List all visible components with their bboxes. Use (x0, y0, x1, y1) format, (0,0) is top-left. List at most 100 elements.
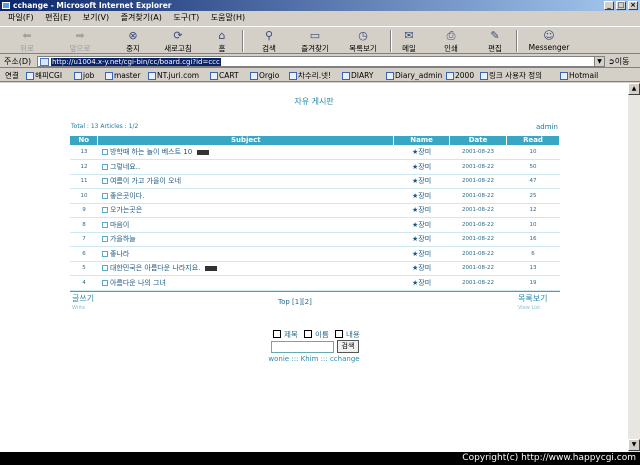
home-icon: ⌂ (218, 29, 226, 42)
row-name[interactable]: ★장미 (393, 232, 450, 247)
vertical-scrollbar[interactable]: ▲ ▼ (628, 83, 640, 452)
menu-file[interactable]: 파일(F) (8, 13, 34, 22)
row-subject-text[interactable]: 방학때 하는 놀이 베스트 10 (110, 148, 192, 156)
search-content-checkbox[interactable] (335, 330, 343, 338)
row-name[interactable]: ★장미 (393, 188, 450, 204)
row-name[interactable]: ★장미 (393, 217, 450, 233)
row-date: 2001-08-22 (449, 232, 507, 247)
row-read: 6 (506, 246, 560, 262)
messenger-button[interactable]: ☺ Messenger (524, 29, 574, 53)
title-bar: cchange - Microsoft Internet Explorer _ … (0, 0, 640, 11)
link-item[interactable]: 2000 (446, 69, 474, 81)
edit-button[interactable]: ✎ 편집 (482, 29, 508, 53)
row-subject[interactable]: 마음이 (97, 217, 394, 233)
row-subject-text[interactable]: 아름다운 나의 그녀 (110, 279, 166, 287)
maximize-button[interactable]: □ (616, 1, 626, 10)
link-item[interactable]: Diary_admin (386, 69, 442, 81)
stop-button[interactable]: ⊗ 중지 (118, 29, 148, 53)
new-badge-icon (205, 265, 218, 271)
row-subject-text[interactable]: 좋나라 (110, 250, 129, 258)
link-item[interactable]: master (105, 69, 140, 81)
admin-link[interactable]: admin (536, 123, 558, 131)
address-dropdown-icon[interactable]: ▼ (594, 57, 604, 66)
link-item[interactable]: NT.juri.com (148, 69, 199, 81)
pagination[interactable]: Top [1][2] (278, 298, 312, 306)
row-name[interactable]: ★장미 (393, 174, 450, 189)
search-icon: ⚲ (264, 29, 274, 42)
row-subject-text[interactable]: 마음이 (110, 221, 129, 229)
favorites-folder-icon: ▭ (309, 29, 321, 42)
search-name-checkbox[interactable] (304, 330, 312, 338)
row-subject[interactable]: 아름다운 나의 그녀 (97, 275, 394, 291)
table-row: 4 아름다운 나의 그녀 ★장미 2001-08-22 19 (70, 275, 560, 291)
scroll-up-icon[interactable]: ▲ (628, 83, 640, 95)
view-list-button[interactable]: 목록보기 (518, 293, 547, 304)
table-row: 7 가을하늘 ★장미 2001-08-22 16 (70, 232, 560, 247)
search-submit-button[interactable]: 검색 (337, 340, 359, 353)
row-subject[interactable]: 여름이 가고 가을이 오네 (97, 174, 394, 189)
back-button[interactable]: ⬅ 뒤로 (12, 29, 42, 53)
scroll-down-icon[interactable]: ▼ (628, 439, 640, 451)
row-date: 2001-08-22 (449, 159, 507, 175)
print-button[interactable]: ⎙ 인쇄 (438, 29, 464, 53)
address-url[interactable]: http://u1004.x-y.net/cgi-bin/cc/board.cg… (51, 58, 221, 66)
row-name[interactable]: ★장미 (393, 203, 450, 218)
row-subject[interactable]: 가을하늘 (97, 232, 394, 247)
post-bullet-icon (101, 149, 108, 155)
favorites-button[interactable]: ▭ 즐겨찾기 (294, 29, 336, 53)
row-subject[interactable]: 좋나라 (97, 246, 394, 262)
go-button[interactable]: ➲이동 (608, 56, 629, 67)
links-bar: 연결 해피CGI job master NT.juri.com CART Org… (0, 69, 640, 82)
link-item[interactable]: job (74, 69, 94, 81)
row-subject-text[interactable]: 오가는곳은 (110, 206, 142, 214)
link-item[interactable]: CART (210, 69, 239, 81)
menu-view[interactable]: 보기(V) (83, 13, 109, 22)
post-bullet-icon (101, 236, 108, 243)
refresh-button[interactable]: ⟳ 새로고침 (160, 29, 196, 53)
link-item[interactable]: Hotmail (560, 69, 598, 81)
row-subject[interactable]: 대한민국은 아름다운 나라지요. (97, 261, 394, 276)
row-name[interactable]: ★장미 (393, 159, 450, 175)
row-subject-text[interactable]: 대한민국은 아름다운 나라지요. (110, 264, 200, 272)
post-bullet-icon (101, 163, 108, 170)
close-button[interactable]: × (628, 1, 638, 10)
row-name[interactable]: ★장미 (393, 145, 450, 160)
write-button[interactable]: 글쓰기 (72, 293, 94, 304)
mail-button[interactable]: ✉ 메일 (396, 29, 422, 53)
row-subject[interactable]: 오가는곳은 (97, 203, 394, 218)
minimize-button[interactable]: _ (604, 1, 614, 10)
col-header-read: Read (506, 136, 560, 145)
menu-favorites[interactable]: 즐겨찾기(A) (121, 13, 162, 22)
row-subject[interactable]: 그렇네요.. (97, 159, 394, 175)
row-name[interactable]: ★장미 (393, 261, 450, 276)
search-button[interactable]: ⚲ 검색 (254, 29, 284, 53)
history-button[interactable]: ◷ 목록보기 (342, 29, 384, 53)
history-icon: ◷ (358, 29, 368, 42)
row-subject-text[interactable]: 가을하늘 (110, 235, 136, 243)
row-name[interactable]: ★장미 (393, 246, 450, 262)
menu-edit[interactable]: 편집(E) (45, 13, 71, 22)
search-input[interactable] (271, 341, 334, 353)
row-subject-text[interactable]: 그렇네요.. (110, 163, 140, 171)
row-subject-text[interactable]: 여름이 가고 가을이 오네 (110, 177, 181, 185)
row-name[interactable]: ★장미 (393, 275, 450, 291)
home-button[interactable]: ⌂ 홈 (210, 29, 234, 53)
row-subject[interactable]: 좋은곳이다. (97, 188, 394, 204)
link-item[interactable]: 링크 사용자 정의 (480, 69, 542, 81)
link-item[interactable]: 차수리.넷! (289, 69, 331, 81)
link-item[interactable]: DIARY (342, 69, 373, 81)
link-item[interactable]: 해피CGI (26, 69, 62, 81)
row-subject[interactable]: 방학때 하는 놀이 베스트 10 (97, 145, 394, 160)
row-subject-text[interactable]: 좋은곳이다. (110, 192, 144, 200)
toolbar-separator (390, 30, 392, 52)
row-date: 2001-08-22 (449, 188, 507, 204)
address-input[interactable]: http://u1004.x-y.net/cgi-bin/cc/board.cg… (37, 56, 605, 67)
link-page-icon (342, 72, 350, 80)
menu-tools[interactable]: 도구(T) (173, 13, 199, 22)
link-item[interactable]: Orgio (250, 69, 279, 81)
toolbar-separator (516, 30, 518, 52)
menu-help[interactable]: 도움말(H) (211, 13, 245, 22)
col-header-date: Date (449, 136, 507, 145)
forward-button[interactable]: ➡ 앞으로 (60, 29, 100, 53)
search-subject-checkbox[interactable] (273, 330, 281, 338)
